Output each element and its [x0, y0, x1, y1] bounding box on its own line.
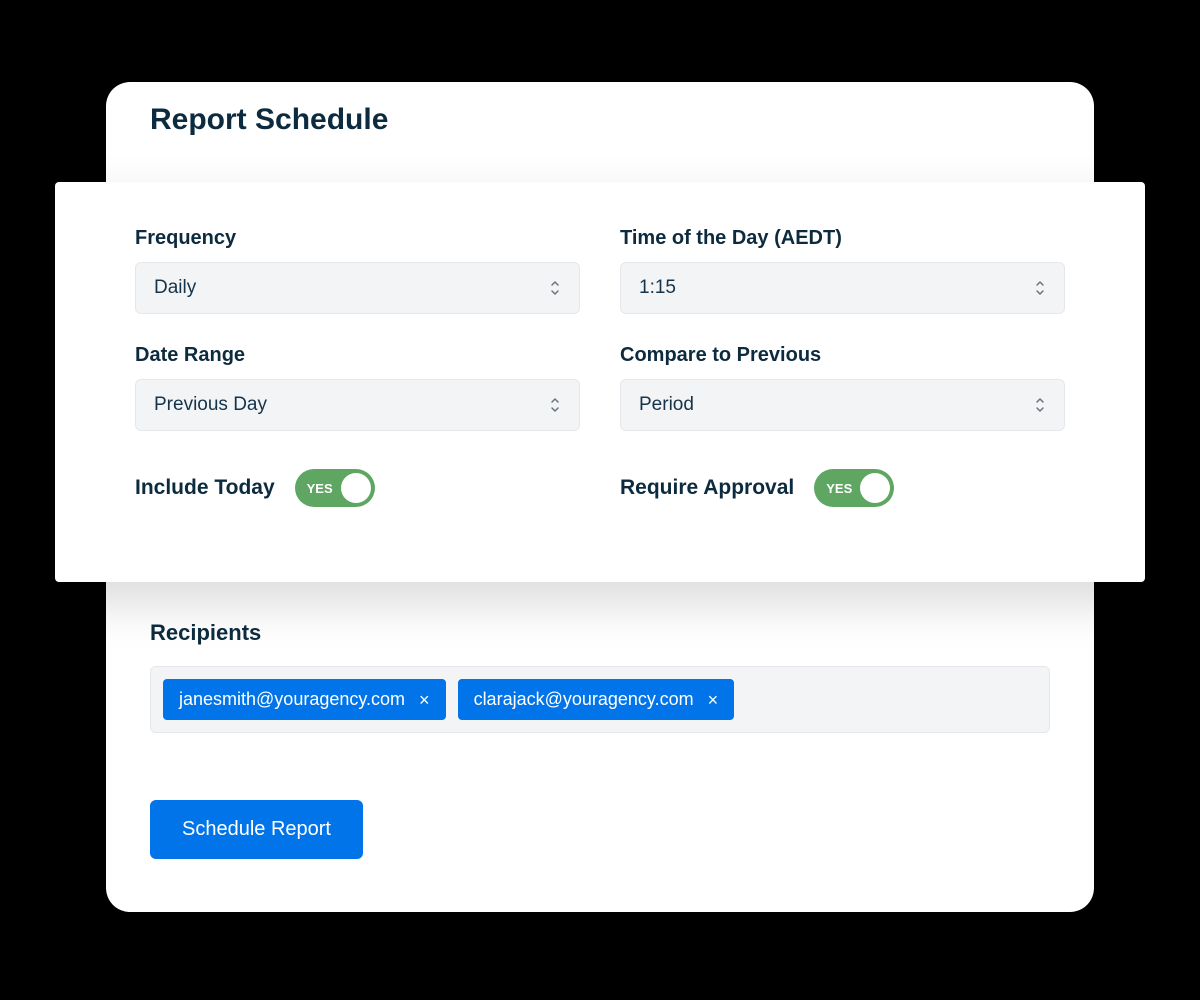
require-approval-state: YES [826, 481, 852, 496]
schedule-report-button[interactable]: Schedule Report [150, 800, 363, 859]
include-today-state: YES [307, 481, 333, 496]
recipient-email: janesmith@youragency.com [179, 689, 405, 710]
frequency-label: Frequency [135, 227, 580, 250]
toggle-knob [341, 473, 371, 503]
time-of-day-label: Time of the Day (AEDT) [620, 227, 1065, 250]
include-today-toggle[interactable]: YES [295, 469, 375, 507]
recipient-chip: clarajack@youragency.com × [458, 679, 735, 720]
compare-to-label: Compare to Previous [620, 344, 1065, 367]
require-approval-toggle[interactable]: YES [814, 469, 894, 507]
page-title: Report Schedule [150, 103, 388, 137]
chevron-updown-icon [547, 278, 563, 298]
compare-to-select[interactable]: Period [620, 379, 1065, 431]
frequency-value: Daily [154, 277, 196, 299]
recipients-section: Recipients janesmith@youragency.com × cl… [150, 620, 1050, 733]
close-icon[interactable]: × [419, 691, 430, 709]
time-of-day-select[interactable]: 1:15 [620, 262, 1065, 314]
compare-to-group: Compare to Previous Period [620, 344, 1065, 431]
chevron-updown-icon [1032, 278, 1048, 298]
toggle-knob [860, 473, 890, 503]
require-approval-label: Require Approval [620, 476, 794, 500]
frequency-group: Frequency Daily [135, 227, 580, 314]
close-icon[interactable]: × [708, 691, 719, 709]
time-of-day-value: 1:15 [639, 277, 676, 299]
schedule-settings-card: Frequency Daily Time of the Day (AEDT) 1… [55, 182, 1145, 582]
recipients-label: Recipients [150, 620, 1050, 646]
date-range-value: Previous Day [154, 394, 267, 416]
time-of-day-group: Time of the Day (AEDT) 1:15 [620, 227, 1065, 314]
include-today-row: Include Today YES [135, 469, 580, 507]
chevron-updown-icon [1032, 395, 1048, 415]
require-approval-row: Require Approval YES [620, 469, 1065, 507]
chevron-updown-icon [547, 395, 563, 415]
include-today-label: Include Today [135, 476, 275, 500]
recipients-input[interactable]: janesmith@youragency.com × clarajack@you… [150, 666, 1050, 733]
recipient-chip: janesmith@youragency.com × [163, 679, 446, 720]
date-range-select[interactable]: Previous Day [135, 379, 580, 431]
recipient-email: clarajack@youragency.com [474, 689, 694, 710]
date-range-label: Date Range [135, 344, 580, 367]
date-range-group: Date Range Previous Day [135, 344, 580, 431]
frequency-select[interactable]: Daily [135, 262, 580, 314]
compare-to-value: Period [639, 394, 694, 416]
